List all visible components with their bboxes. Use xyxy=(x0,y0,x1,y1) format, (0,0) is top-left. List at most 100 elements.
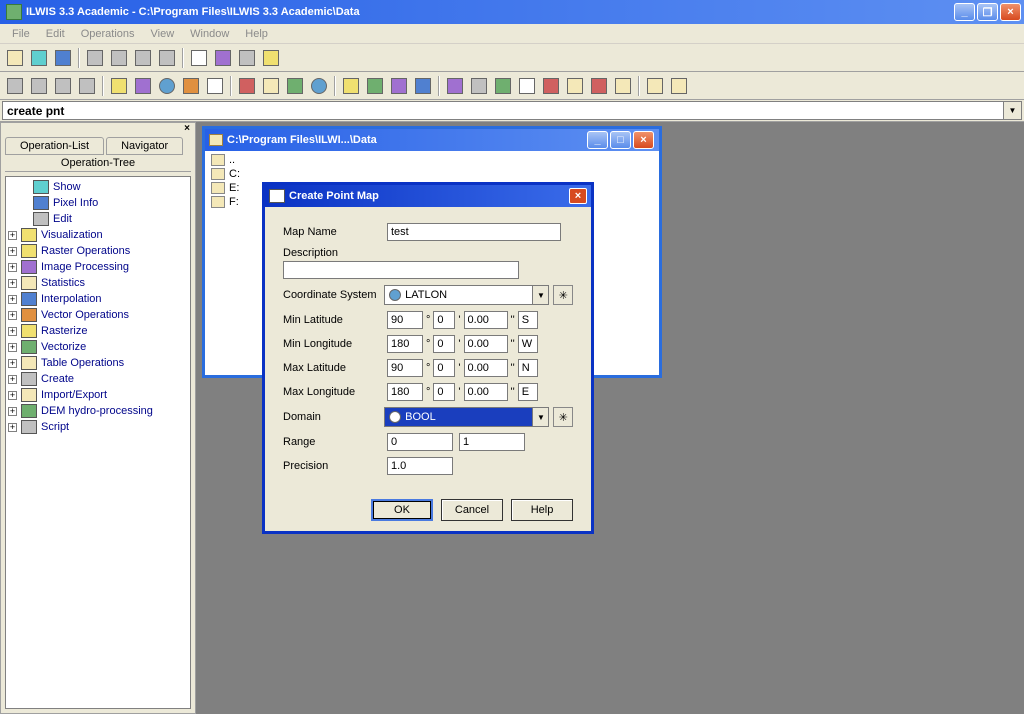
command-input[interactable] xyxy=(2,101,1004,120)
menu-file[interactable]: File xyxy=(4,26,38,42)
tree-item[interactable]: +Table Operations xyxy=(8,355,188,371)
catalog-close[interactable]: × xyxy=(633,131,654,149)
select-maxlat-hemi[interactable]: N xyxy=(518,359,538,377)
ok-button[interactable]: OK xyxy=(371,499,433,521)
operation-tree[interactable]: ShowPixel InfoEdit+Visualization+Raster … xyxy=(5,176,191,709)
tb-10[interactable] xyxy=(236,75,258,97)
tool-detail[interactable] xyxy=(260,47,282,69)
tb-3[interactable] xyxy=(52,75,74,97)
tree-item[interactable]: +Visualization xyxy=(8,227,188,243)
tb-25[interactable] xyxy=(612,75,634,97)
expand-icon[interactable]: + xyxy=(8,343,17,352)
input-maxlon-sec[interactable] xyxy=(464,383,508,401)
tb-27[interactable] xyxy=(668,75,690,97)
tb-9[interactable] xyxy=(204,75,226,97)
select-maxlon-hemi[interactable]: E xyxy=(518,383,538,401)
menu-window[interactable]: Window xyxy=(182,26,237,42)
input-minlon-min[interactable] xyxy=(433,335,455,353)
tab-operation-tree[interactable]: Operation-Tree xyxy=(5,155,191,172)
expand-icon[interactable]: + xyxy=(8,407,17,416)
input-maxlon-min[interactable] xyxy=(433,383,455,401)
catalog-entry[interactable]: C: xyxy=(211,167,653,181)
input-precision[interactable] xyxy=(387,457,453,475)
tool-delete[interactable] xyxy=(132,47,154,69)
tool-copy[interactable] xyxy=(84,47,106,69)
expand-icon[interactable]: + xyxy=(8,375,17,384)
expand-icon[interactable]: + xyxy=(8,359,17,368)
tab-operation-list[interactable]: Operation-List xyxy=(5,137,104,155)
tb-18[interactable] xyxy=(444,75,466,97)
input-minlat-sec[interactable] xyxy=(464,311,508,329)
close-button[interactable]: × xyxy=(1000,3,1021,21)
select-coordsys[interactable]: LATLON ▼ xyxy=(384,285,549,305)
select-domain[interactable]: BOOL ▼ xyxy=(384,407,549,427)
menu-edit[interactable]: Edit xyxy=(38,26,73,42)
expand-icon[interactable]: + xyxy=(8,231,17,240)
tb-14[interactable] xyxy=(340,75,362,97)
dialog-close[interactable]: × xyxy=(569,188,587,204)
menu-operations[interactable]: Operations xyxy=(73,26,143,42)
help-button[interactable]: Help xyxy=(511,499,573,521)
tb-26[interactable] xyxy=(644,75,666,97)
tool-paste[interactable] xyxy=(108,47,130,69)
tool-list[interactable] xyxy=(236,47,258,69)
tb-5[interactable] xyxy=(108,75,130,97)
expand-icon[interactable]: + xyxy=(8,295,17,304)
input-description[interactable] xyxy=(283,261,519,279)
input-range-from[interactable] xyxy=(387,433,453,451)
tree-item[interactable]: +Vector Operations xyxy=(8,307,188,323)
tree-item[interactable]: +Script xyxy=(8,419,188,435)
tool-script[interactable] xyxy=(188,47,210,69)
tb-7[interactable] xyxy=(156,75,178,97)
tb-11[interactable] xyxy=(260,75,282,97)
dialog-titlebar[interactable]: Create Point Map × xyxy=(265,185,591,207)
cancel-button[interactable]: Cancel xyxy=(441,499,503,521)
tree-item[interactable]: Show xyxy=(8,179,188,195)
tree-item[interactable]: Pixel Info xyxy=(8,195,188,211)
tree-item[interactable]: +Image Processing xyxy=(8,259,188,275)
tb-22[interactable] xyxy=(540,75,562,97)
tb-12[interactable] xyxy=(284,75,306,97)
tool-props[interactable] xyxy=(156,47,178,69)
expand-icon[interactable]: + xyxy=(8,279,17,288)
expand-icon[interactable]: + xyxy=(8,263,17,272)
input-maxlon-deg[interactable] xyxy=(387,383,423,401)
tree-item[interactable]: +Raster Operations xyxy=(8,243,188,259)
input-range-to[interactable] xyxy=(459,433,525,451)
tab-navigator[interactable]: Navigator xyxy=(106,137,183,155)
catalog-entry[interactable]: .. xyxy=(211,153,653,167)
tb-16[interactable] xyxy=(388,75,410,97)
tb-24[interactable] xyxy=(588,75,610,97)
create-domain-button[interactable]: ✳ xyxy=(553,407,573,427)
tool-display[interactable] xyxy=(28,47,50,69)
catalog-maximize[interactable]: □ xyxy=(610,131,631,149)
expand-icon[interactable]: + xyxy=(8,327,17,336)
input-minlon-sec[interactable] xyxy=(464,335,508,353)
catalog-titlebar[interactable]: C:\Program Files\ILWI...\Data _ □ × xyxy=(205,129,659,151)
tree-item[interactable]: +Vectorize xyxy=(8,339,188,355)
tool-map[interactable] xyxy=(212,47,234,69)
tree-item[interactable]: Edit xyxy=(8,211,188,227)
tb-23[interactable] xyxy=(564,75,586,97)
expand-icon[interactable]: + xyxy=(8,311,17,320)
minimize-button[interactable]: _ xyxy=(954,3,975,21)
tb-13[interactable] xyxy=(308,75,330,97)
command-dropdown[interactable]: ▼ xyxy=(1004,101,1022,120)
tb-19[interactable] xyxy=(468,75,490,97)
select-minlon-hemi[interactable]: W xyxy=(518,335,538,353)
tb-6[interactable] xyxy=(132,75,154,97)
tool-info[interactable] xyxy=(52,47,74,69)
tb-15[interactable] xyxy=(364,75,386,97)
catalog-minimize[interactable]: _ xyxy=(587,131,608,149)
tree-item[interactable]: +Statistics xyxy=(8,275,188,291)
input-maxlat-deg[interactable] xyxy=(387,359,423,377)
tree-item[interactable]: +Interpolation xyxy=(8,291,188,307)
input-maxlat-min[interactable] xyxy=(433,359,455,377)
input-minlat-min[interactable] xyxy=(433,311,455,329)
input-minlat-deg[interactable] xyxy=(387,311,423,329)
tb-2[interactable] xyxy=(28,75,50,97)
input-map-name[interactable] xyxy=(387,223,561,241)
tb-1[interactable] xyxy=(4,75,26,97)
tree-item[interactable]: +Import/Export xyxy=(8,387,188,403)
tool-open[interactable] xyxy=(4,47,26,69)
